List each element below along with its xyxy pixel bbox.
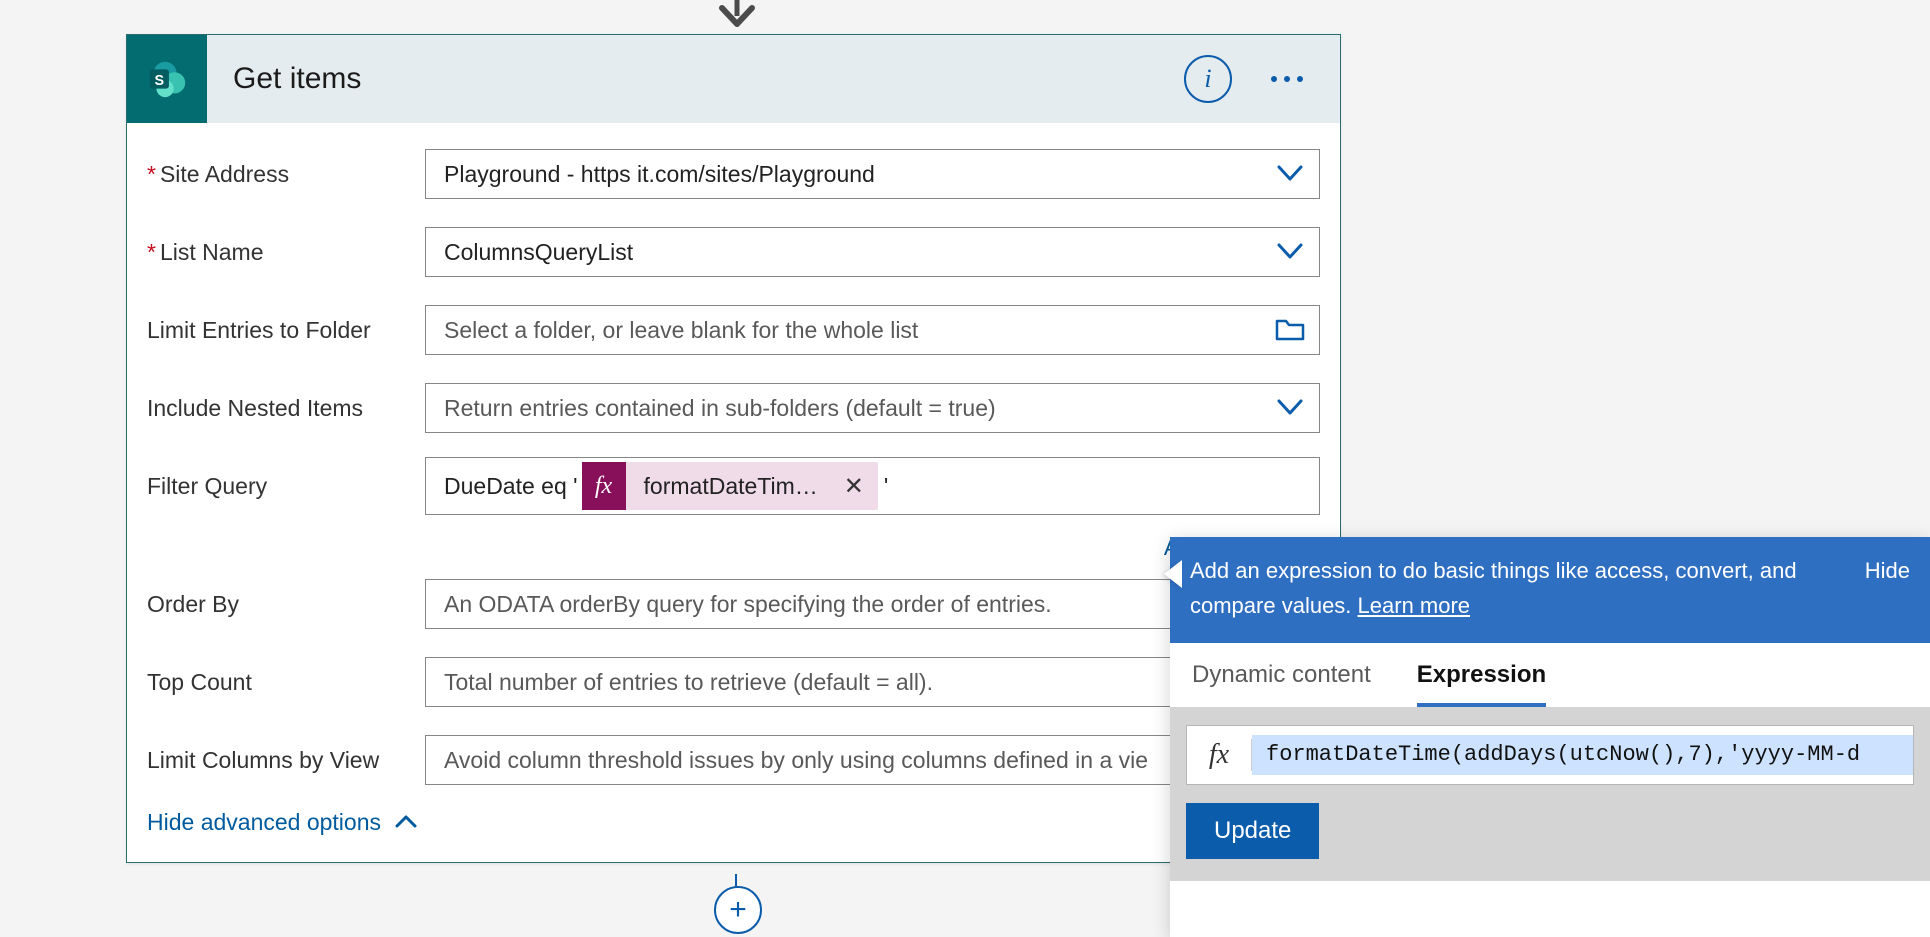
label-site-address: Site Address bbox=[147, 161, 425, 188]
label-limit-columns: Limit Columns by View bbox=[147, 747, 425, 774]
flyout-help-text: Add an expression to do basic things lik… bbox=[1190, 558, 1797, 618]
site-address-value: Playground - https it.com/sites/Playgrou… bbox=[426, 161, 1261, 188]
flyout-header: Hide Add an expression to do basic thing… bbox=[1170, 537, 1930, 643]
learn-more-link[interactable]: Learn more bbox=[1358, 593, 1471, 618]
folder-icon[interactable] bbox=[1261, 317, 1319, 343]
flyout-pointer bbox=[1164, 560, 1182, 588]
hide-advanced-label: Hide advanced options bbox=[147, 809, 381, 836]
more-menu-button[interactable] bbox=[1262, 59, 1312, 99]
limit-folder-placeholder: Select a folder, or leave blank for the … bbox=[426, 317, 1261, 344]
add-step-button[interactable]: + bbox=[714, 886, 762, 934]
expression-token-text: formatDateTim… bbox=[626, 473, 830, 500]
expression-editor-area: fx formatDateTime(addDays(utcNow(),7),'y… bbox=[1170, 707, 1930, 881]
card-body: Site Address Playground - https it.com/s… bbox=[127, 123, 1340, 862]
flow-incoming-arrow bbox=[712, 0, 762, 34]
flyout-hide-link[interactable]: Hide bbox=[1865, 553, 1910, 588]
card-header[interactable]: S Get items i bbox=[127, 35, 1340, 123]
label-include-nested: Include Nested Items bbox=[147, 395, 425, 422]
action-card-get-items: S Get items i Site Address Playground - … bbox=[126, 34, 1341, 863]
site-address-dropdown[interactable]: Playground - https it.com/sites/Playgrou… bbox=[425, 149, 1320, 199]
chevron-down-icon[interactable] bbox=[1261, 243, 1319, 261]
filter-query-input[interactable]: DueDate eq ' fx formatDateTim… ✕ ' bbox=[425, 457, 1320, 515]
filter-query-suffix: ' bbox=[884, 473, 888, 500]
expression-token[interactable]: fx formatDateTim… ✕ bbox=[582, 462, 878, 510]
update-button[interactable]: Update bbox=[1186, 803, 1319, 859]
list-name-dropdown[interactable]: ColumnsQueryList bbox=[425, 227, 1320, 277]
svg-text:S: S bbox=[155, 73, 165, 89]
fx-icon: fx bbox=[1187, 739, 1252, 771]
fx-icon: fx bbox=[582, 462, 626, 510]
expression-input-row[interactable]: fx formatDateTime(addDays(utcNow(),7),'y… bbox=[1186, 725, 1914, 785]
chevron-up-icon bbox=[395, 809, 417, 836]
chevron-down-icon[interactable] bbox=[1261, 399, 1319, 417]
chevron-down-icon[interactable] bbox=[1261, 165, 1319, 183]
label-filter-query: Filter Query bbox=[147, 473, 425, 500]
info-icon[interactable]: i bbox=[1184, 55, 1232, 103]
label-order-by: Order By bbox=[147, 591, 425, 618]
label-limit-folder: Limit Entries to Folder bbox=[147, 317, 425, 344]
hide-advanced-options-toggle[interactable]: Hide advanced options bbox=[147, 809, 417, 836]
token-remove-icon[interactable]: ✕ bbox=[830, 472, 878, 501]
label-list-name: List Name bbox=[147, 239, 425, 266]
include-nested-dropdown[interactable]: Return entries contained in sub-folders … bbox=[425, 383, 1320, 433]
filter-query-prefix: DueDate eq ' bbox=[444, 473, 578, 500]
include-nested-placeholder: Return entries contained in sub-folders … bbox=[426, 395, 1261, 422]
expression-flyout: Hide Add an expression to do basic thing… bbox=[1170, 537, 1930, 937]
limit-folder-picker[interactable]: Select a folder, or leave blank for the … bbox=[425, 305, 1320, 355]
sharepoint-icon: S bbox=[127, 35, 207, 123]
label-top-count: Top Count bbox=[147, 669, 425, 696]
flyout-tabs: Dynamic content Expression bbox=[1170, 643, 1930, 707]
tab-dynamic-content[interactable]: Dynamic content bbox=[1192, 661, 1371, 707]
tab-expression[interactable]: Expression bbox=[1417, 661, 1546, 707]
list-name-value: ColumnsQueryList bbox=[426, 239, 1261, 266]
card-title: Get items bbox=[207, 62, 1184, 96]
expression-input[interactable]: formatDateTime(addDays(utcNow(),7),'yyyy… bbox=[1252, 735, 1913, 775]
